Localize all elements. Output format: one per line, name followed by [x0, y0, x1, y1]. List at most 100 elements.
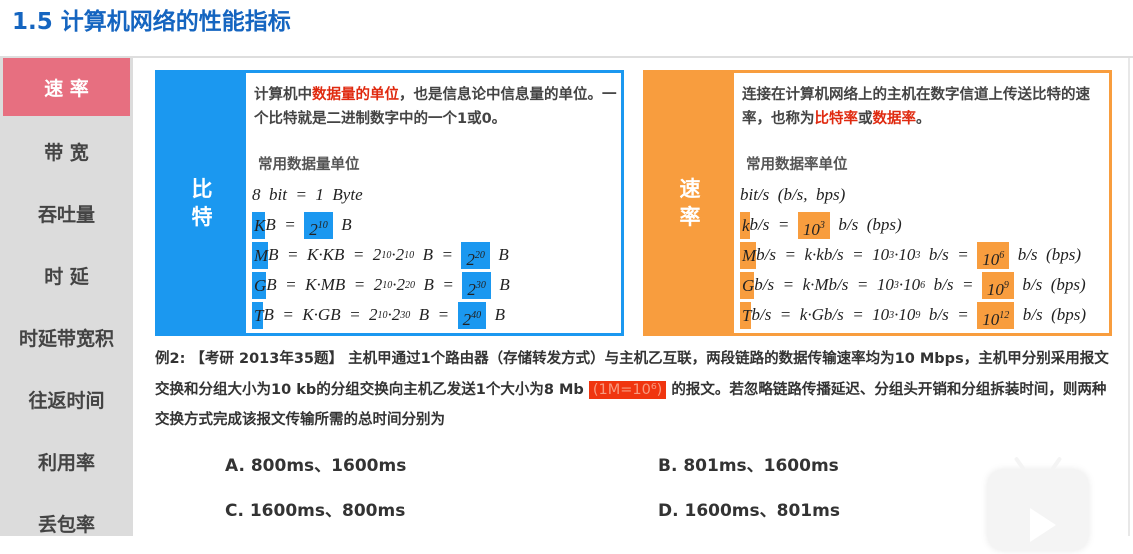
sidebar-item[interactable]: 利用率 [0, 430, 133, 492]
formula-text: b/s (bps) [1009, 245, 1081, 264]
highlight-result: 210 [304, 211, 333, 239]
unit-prefix: T [740, 301, 752, 329]
formula-list: bit/s (b/s, bps) k b/s = 103 b/s (bps) Mb/s… [740, 180, 1109, 330]
formula-row: MB = K·KB = 2 10·2 10 B = 220 B [252, 240, 621, 270]
units-heading: 常用数据量单位 [258, 157, 360, 173]
sidebar-item[interactable]: 时延带宽积 [0, 306, 133, 368]
formula-text: B = K·MB = 2 [266, 275, 383, 294]
exponent: 30 [400, 309, 411, 321]
formula-text: b/s = k·kb/s = 10 [756, 245, 890, 264]
exponent: 20 [405, 279, 415, 291]
formula-text: B [489, 245, 509, 264]
exponent: 10 [377, 309, 388, 321]
formula-text: ·2 [392, 275, 405, 294]
formula-text: b/s = [920, 245, 978, 264]
formula-list: 8 bit = 1 Byte K B = 210 BMB = K·KB = 2 10 ·… [252, 180, 621, 330]
sidebar-item[interactable]: 速 率 [3, 58, 130, 116]
formula-text: b/s = [920, 305, 978, 324]
units-heading: 常用数据率单位 [746, 157, 848, 173]
bit-card: 比特 计算机中数据量的单位，也是信息论中信息量的单位。一个比特就是二进制数字中的… [155, 70, 624, 336]
sidebar-item[interactable]: 丢包率 [0, 492, 133, 554]
formula-text: b/s = [925, 275, 982, 294]
exponent: 12 [999, 309, 1010, 321]
formula-text: b/s (bps) [829, 215, 902, 234]
formula-text: ·2 [391, 245, 405, 264]
formula-text: 8 bit = 1 Byte [252, 185, 363, 204]
exponent: 10 [381, 249, 392, 261]
text: 计算机中 [254, 87, 312, 103]
rate-definition: 连接在计算机网络上的主机在数字信道上传送比特的速率，也称为比特率或数据率。 [742, 83, 1112, 131]
formula-row: TB = K·GB = 2 10·2 30 B = 240 B [252, 300, 621, 330]
option-b[interactable]: B. 801ms、1600ms [658, 451, 839, 476]
highlight-result: 240 [457, 301, 487, 329]
highlight-result: 220 [461, 241, 490, 269]
option-a[interactable]: A. 800ms、1600ms [225, 451, 406, 476]
formula-text: ·10 [898, 275, 921, 294]
unit-prefix: G [740, 271, 755, 299]
highlight-result: 106 [977, 241, 1010, 269]
base: 2 [309, 219, 318, 239]
highlight-result: 230 [462, 271, 491, 299]
base: 10 [986, 279, 1004, 299]
sidebar-item[interactable]: 往返时间 [0, 368, 133, 430]
option-d[interactable]: D. 1600ms、801ms [658, 496, 840, 521]
base: 10 [802, 219, 820, 239]
formula-text: b/s = k·Gb/s = 10 [751, 305, 890, 324]
label-char: 特 [191, 205, 213, 229]
unit-prefix: K [252, 211, 266, 239]
exponent: 30 [475, 279, 486, 291]
bit-card-label: 比特 [158, 73, 246, 333]
text: 。 [916, 111, 931, 127]
question-text: 例2: 【考研 2013年35题】 主机甲通过1个路由器（存储转发方式）与主机乙… [155, 344, 1115, 436]
formula-row: Tb/s = k·Gb/s = 10 3·10 9 b/s = 1012 b/s (… [740, 300, 1109, 330]
sidebar-item[interactable]: 吞吐量 [0, 182, 133, 244]
note-tag: (1M=10⁶) [588, 380, 667, 399]
highlight-text: 数据率 [872, 111, 917, 127]
formula-text: b/s = [749, 215, 798, 234]
formula-row: Mb/s = k·kb/s = 10 3·10 3 b/s = 106 b/s (b… [740, 240, 1109, 270]
exponent: 20 [474, 249, 485, 261]
formula-text: ·10 [894, 305, 916, 324]
formula-text: b/s = k·Mb/s = 10 [754, 275, 894, 294]
base: 2 [466, 249, 475, 269]
formula-text: B = [414, 245, 462, 264]
formula-row: bit/s (b/s, bps) [740, 180, 1109, 210]
formula-text: bit/s (b/s, bps) [740, 185, 846, 204]
rate-card-label: 速率 [646, 73, 734, 333]
sidebar-item[interactable]: 带 宽 [0, 120, 133, 182]
text: 或 [858, 111, 873, 127]
unit-prefix: k [740, 211, 750, 239]
formula-text: B [490, 275, 510, 294]
base: 10 [982, 249, 1000, 269]
bit-definition: 计算机中数据量的单位，也是信息论中信息量的单位。一个比特就是二进制数字中的一个1… [254, 83, 624, 131]
formula-text: b/s (bps) [1013, 275, 1086, 294]
formula-text: B = K·KB = 2 [268, 245, 382, 264]
exponent: 10 [382, 279, 393, 291]
formula-text: b/s (bps) [1014, 305, 1087, 324]
unit-prefix: G [252, 271, 267, 299]
exponent: 10 [317, 219, 328, 231]
exponent: 9 [1003, 279, 1009, 291]
unit-prefix: M [740, 241, 757, 269]
unit-prefix: T [252, 301, 264, 329]
formula-text: ·2 [387, 305, 401, 324]
formula-row: Gb/s = k·Mb/s = 10 3·10 6 b/s = 109 b/s (b… [740, 270, 1109, 300]
label-char: 率 [679, 205, 701, 229]
exponent: 6 [999, 249, 1005, 261]
highlight-result: 103 [797, 211, 830, 239]
formula-row: GB = K·MB = 2 10·2 20 B = 230 B [252, 270, 621, 300]
base: 2 [467, 279, 476, 299]
label-char: 速 [679, 177, 701, 201]
sidebar-item[interactable]: 时 延 [0, 244, 133, 306]
base: 10 [982, 309, 1000, 329]
formula-text: B = K·GB = 2 [263, 305, 378, 324]
exponent: 3 [819, 219, 825, 231]
highlight-text: 比特率 [814, 111, 859, 127]
formula-text: B = [410, 305, 458, 324]
highlight-text: 数据量的单位 [312, 87, 399, 103]
divider [1128, 58, 1130, 536]
option-c[interactable]: C. 1600ms、800ms [225, 496, 405, 521]
video-player-icon[interactable] [988, 470, 1088, 550]
formula-text: B [486, 305, 506, 324]
page-title: 1.5 计算机网络的性能指标 [12, 9, 291, 35]
